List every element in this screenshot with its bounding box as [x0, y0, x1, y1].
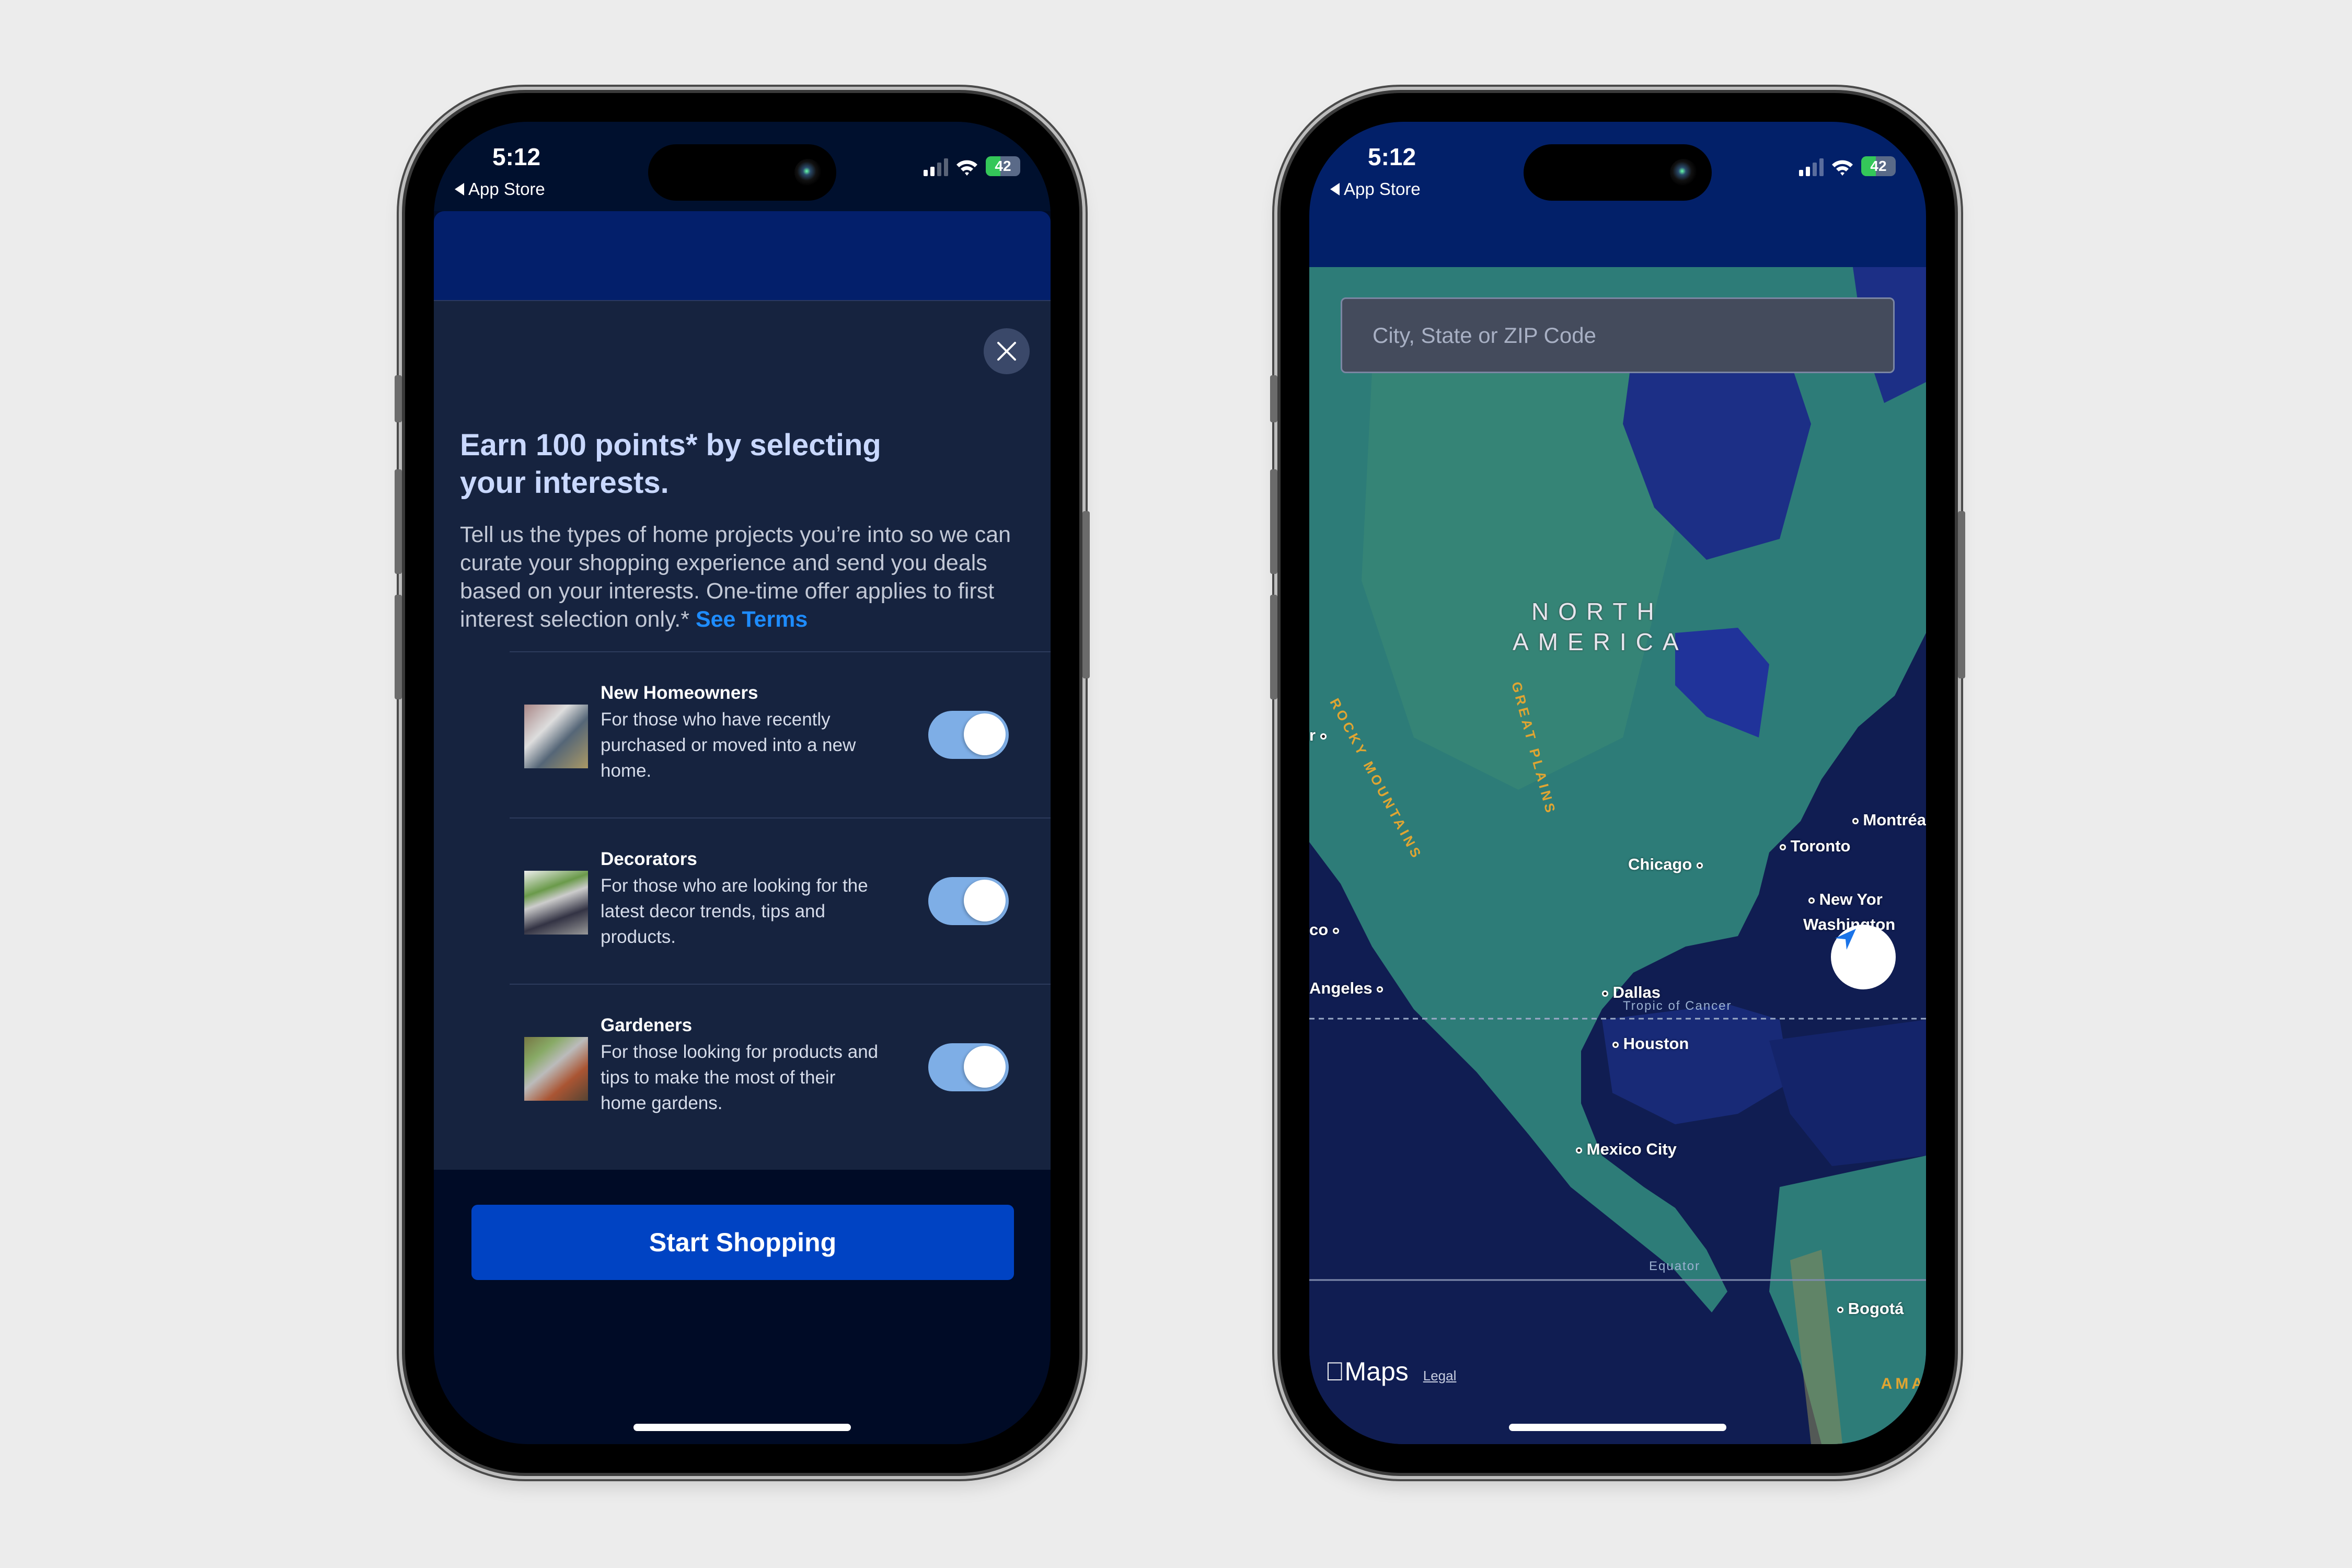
action-button: [395, 375, 402, 422]
interest-image: [524, 871, 588, 935]
back-arrow-icon: [1330, 183, 1340, 195]
back-label: App Store: [1344, 179, 1421, 199]
clock: 5:12: [1368, 143, 1416, 170]
clock: 5:12: [492, 143, 541, 170]
battery-icon: 42: [1861, 156, 1896, 176]
modal-headline: Earn 100 points* by selecting your inter…: [460, 428, 881, 500]
city-mexico-city[interactable]: Mexico City: [1576, 1140, 1677, 1159]
interest-description: For those who have recently purchased or…: [601, 709, 856, 781]
map-view[interactable]: City, State or ZIP Code NORTH AMERICA RO…: [1309, 267, 1926, 1444]
camera-icon: [794, 159, 822, 186]
screen-interests: 5:12 App Store 42 Earn 100 points* by se…: [434, 122, 1051, 1444]
city-chicago[interactable]: Chicago: [1628, 855, 1703, 874]
close-icon: [997, 342, 1016, 361]
cellular-signal-icon: [1799, 158, 1824, 176]
city-montreal[interactable]: Montréa: [1852, 811, 1926, 829]
city-bogota[interactable]: Bogotá: [1837, 1299, 1904, 1318]
apple-maps-attribution: Maps Legal: [1325, 1356, 1456, 1387]
location-search-input[interactable]: City, State or ZIP Code: [1341, 297, 1895, 373]
city-new-york[interactable]: New Yor: [1808, 890, 1883, 909]
camera-icon: [1670, 159, 1697, 186]
volume-up-button: [395, 469, 402, 574]
current-location-button[interactable]: [1831, 925, 1896, 989]
dynamic-island: [648, 144, 836, 201]
back-arrow-icon: [455, 183, 464, 195]
map-terrain: [1309, 267, 1926, 1444]
power-button: [1082, 511, 1090, 678]
tropic-of-cancer-label: Tropic of Cancer: [1623, 999, 1732, 1013]
back-to-app-store[interactable]: App Store: [1330, 179, 1421, 199]
apple-maps-logo: Maps: [1325, 1357, 1409, 1386]
see-terms-link[interactable]: See Terms: [696, 607, 808, 632]
wifi-icon: [956, 160, 977, 176]
interest-title: New Homeowners: [601, 683, 758, 703]
interest-image: [524, 1037, 588, 1101]
interest-toggle-decorators[interactable]: [928, 877, 1009, 925]
interest-item: New Homeowners For those who have recent…: [510, 651, 1051, 817]
modal-body: Tell us the types of home projects you’r…: [460, 522, 1011, 632]
interest-toggle-gardeners[interactable]: [928, 1043, 1009, 1091]
interest-image: [524, 705, 588, 768]
start-shopping-button[interactable]: Start Shopping: [471, 1205, 1014, 1280]
legal-link[interactable]: Legal: [1423, 1368, 1457, 1384]
interest-item: Gardeners For those looking for products…: [510, 984, 1051, 1150]
phone-right: 5:12 App Store 42 City, State or ZIP Cod…: [1270, 93, 1965, 1473]
terrain-label-amazon: AMA: [1881, 1375, 1926, 1392]
power-button: [1958, 511, 1965, 678]
wifi-icon: [1832, 160, 1853, 176]
region-label: NORTH AMERICA: [1513, 598, 1688, 655]
interest-title: Gardeners: [601, 1015, 693, 1035]
volume-up-button: [1270, 469, 1277, 574]
close-button[interactable]: [984, 328, 1030, 374]
battery-icon: 42: [986, 156, 1020, 176]
equator-label: Equator: [1649, 1259, 1701, 1273]
screen-store-locator: 5:12 App Store 42 City, State or ZIP Cod…: [1309, 122, 1926, 1444]
home-indicator[interactable]: [1509, 1424, 1726, 1431]
interest-list: New Homeowners For those who have recent…: [510, 651, 1051, 1150]
volume-down-button: [395, 595, 402, 699]
city-vancouver[interactable]: r: [1309, 726, 1327, 745]
city-toronto[interactable]: Toronto: [1780, 837, 1850, 856]
interest-toggle-new-homeowners[interactable]: [928, 711, 1009, 759]
location-arrow-icon: [1835, 929, 1856, 950]
interest-description: For those looking for products and tips …: [601, 1042, 879, 1113]
interests-modal: Earn 100 points* by selecting your inter…: [434, 300, 1051, 1170]
back-to-app-store[interactable]: App Store: [455, 179, 545, 199]
cellular-signal-icon: [924, 158, 948, 176]
phone-left: 5:12 App Store 42 Earn 100 points* by se…: [395, 93, 1090, 1473]
action-button: [1270, 375, 1277, 422]
dynamic-island: [1524, 144, 1712, 201]
city-san-francisco[interactable]: co: [1309, 920, 1339, 939]
interest-item: Decorators For those who are looking for…: [510, 817, 1051, 984]
back-label: App Store: [468, 179, 545, 199]
city-los-angeles[interactable]: Angeles: [1309, 979, 1383, 998]
app-header: [434, 211, 1051, 300]
interest-description: For those who are looking for the latest…: [601, 875, 868, 947]
volume-down-button: [1270, 595, 1277, 699]
city-houston[interactable]: Houston: [1612, 1034, 1689, 1053]
home-indicator[interactable]: [633, 1424, 851, 1431]
interest-title: Decorators: [601, 849, 697, 869]
apple-icon: : [1325, 1357, 1345, 1386]
